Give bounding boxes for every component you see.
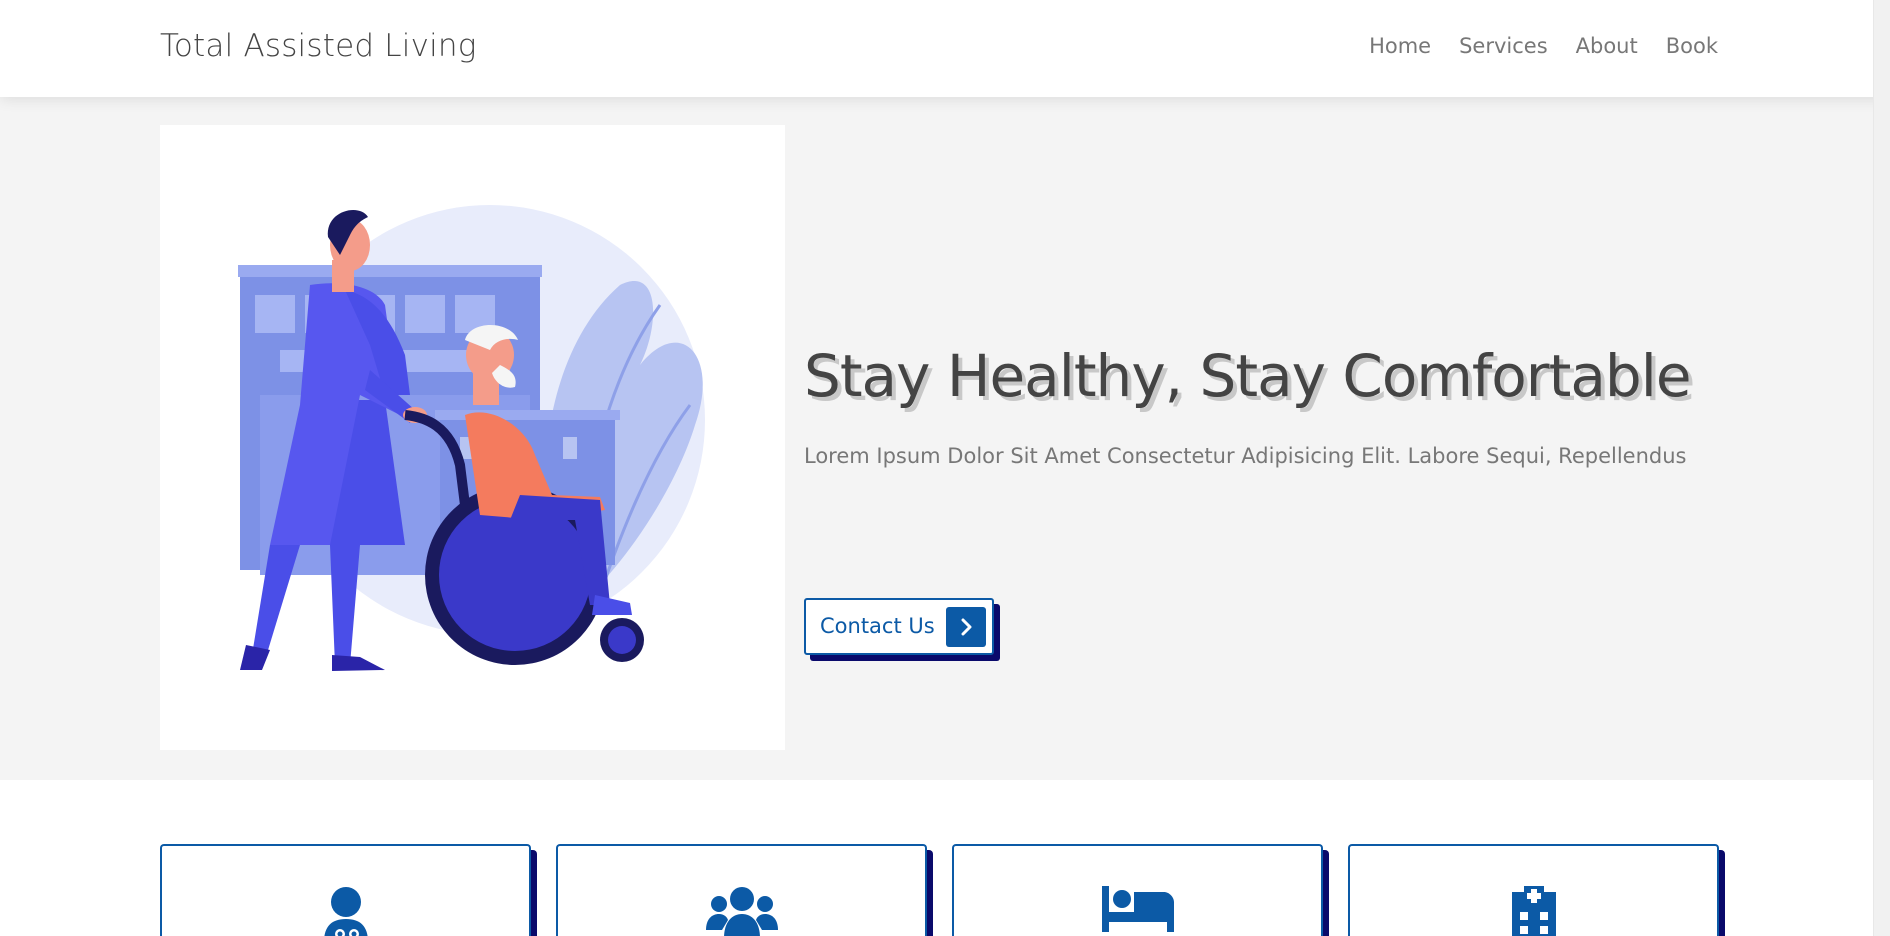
hospital-icon bbox=[1511, 886, 1556, 936]
nav-services-link[interactable]: Services bbox=[1459, 34, 1548, 58]
contact-us-button[interactable]: Contact Us bbox=[804, 598, 994, 655]
nav-about-link[interactable]: About bbox=[1576, 34, 1638, 58]
hero-section: Stay Healthy, Stay Comfortable Lorem Ips… bbox=[0, 97, 1890, 780]
service-card-hospital[interactable] bbox=[1348, 844, 1719, 936]
caregiver-wheelchair-illustration bbox=[238, 205, 705, 671]
chevron-right-icon bbox=[946, 607, 986, 647]
site-header: Total Assisted Living Home Services Abou… bbox=[0, 0, 1890, 97]
site-logo[interactable]: Total Assisted Living bbox=[160, 28, 477, 64]
service-card-community[interactable] bbox=[556, 844, 927, 936]
hero-text: Stay Healthy, Stay Comfortable Lorem Ips… bbox=[804, 342, 1704, 655]
users-icon bbox=[705, 886, 778, 936]
service-cards bbox=[160, 844, 1719, 936]
service-card-bed[interactable] bbox=[952, 844, 1323, 936]
doctor-icon bbox=[320, 886, 372, 936]
services-section bbox=[0, 780, 1890, 936]
nav-home-link[interactable]: Home bbox=[1369, 34, 1431, 58]
bed-icon bbox=[1101, 886, 1174, 936]
main-nav: Home Services About Book bbox=[1369, 34, 1718, 58]
vertical-scrollbar[interactable] bbox=[1873, 0, 1890, 936]
hero-subtitle: Lorem Ipsum Dolor Sit Amet Consectetur A… bbox=[804, 444, 1687, 468]
contact-us-label: Contact Us bbox=[820, 614, 935, 638]
service-card-doctor[interactable] bbox=[160, 844, 531, 936]
nav-book-link[interactable]: Book bbox=[1666, 34, 1718, 58]
hero-illustration bbox=[160, 125, 785, 750]
hero-headline: Stay Healthy, Stay Comfortable bbox=[804, 342, 1692, 410]
